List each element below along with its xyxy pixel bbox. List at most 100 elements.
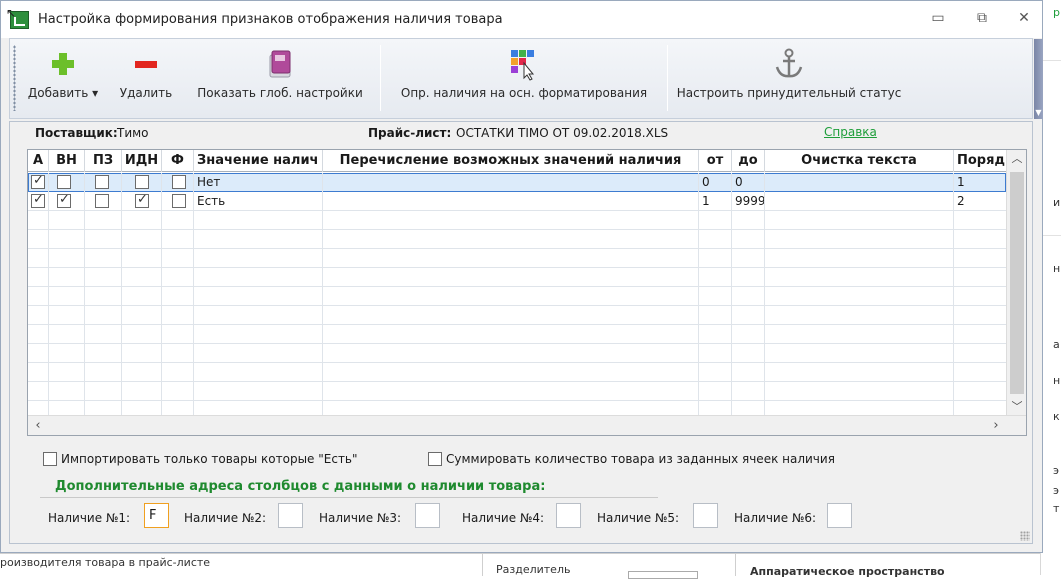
column-header-enumeration[interactable]: Перечисление возможных значений наличия (323, 150, 699, 172)
availability-6-input[interactable] (827, 503, 852, 528)
column-header-to[interactable]: до (732, 150, 765, 172)
cell-a[interactable]: ✓ (28, 192, 49, 211)
checkbox-a[interactable]: ✓ (31, 173, 45, 189)
cell-value[interactable]: Нет (194, 173, 323, 192)
grid-line (84, 287, 85, 306)
cell-pz[interactable] (85, 173, 122, 192)
cell-order[interactable]: 1 (954, 173, 1006, 192)
cell-idn[interactable] (122, 173, 162, 192)
cell-f[interactable] (162, 192, 194, 211)
empty-row[interactable] (28, 344, 1006, 363)
title-bar[interactable]: ↖ Настройка формирования признаков отобр… (1, 1, 1042, 38)
empty-row[interactable] (28, 363, 1006, 382)
info-bar: Поставщик: Тимо Прайс-лист: ОСТАТКИ TIMO… (10, 122, 1032, 146)
maximize-button[interactable]: ⧉ (969, 7, 995, 29)
scroll-right-icon[interactable]: › (986, 416, 1006, 435)
checkbox-pz[interactable] (95, 194, 109, 208)
cell-to[interactable]: 0 (732, 173, 765, 192)
resize-grip[interactable] (1020, 531, 1030, 541)
scroll-left-icon[interactable]: ‹ (28, 416, 48, 435)
import-only-available-checkbox[interactable] (43, 451, 57, 466)
scroll-up-icon[interactable]: ︿ (1007, 150, 1026, 168)
force-status-button[interactable]: Настроить принудительный статус (672, 39, 906, 118)
column-header-clean-text[interactable]: Очистка текста (765, 150, 954, 172)
minimize-button[interactable]: ▭ (925, 7, 951, 29)
scroll-thumb[interactable] (1010, 172, 1024, 394)
checkbox-idn[interactable]: ✓ (135, 192, 149, 208)
grid-line (698, 249, 699, 268)
delete-button[interactable]: Удалить (110, 39, 182, 118)
sum-quantity-option[interactable]: Суммировать количество товара из заданны… (428, 451, 835, 467)
cell-idn[interactable]: ✓ (122, 192, 162, 211)
cell-a[interactable]: ✓ (28, 173, 49, 192)
cell-from[interactable]: 0 (699, 173, 732, 192)
grid-line (731, 344, 732, 363)
sum-quantity-checkbox[interactable] (428, 451, 442, 466)
grid-line (322, 268, 323, 287)
column-header-from[interactable]: от (699, 150, 732, 172)
availability-5-label: Наличие №5: (597, 511, 680, 525)
checkbox-a[interactable]: ✓ (31, 192, 45, 208)
empty-row[interactable] (28, 306, 1006, 325)
cell-clean-text[interactable] (765, 173, 954, 192)
empty-row[interactable] (28, 382, 1006, 401)
empty-row[interactable] (28, 268, 1006, 287)
global-settings-button[interactable]: Показать глоб. настройки (186, 39, 374, 118)
grid-line (84, 230, 85, 249)
checkbox-f[interactable] (172, 194, 186, 208)
checkbox-pz[interactable] (95, 175, 109, 189)
availability-5-input[interactable] (693, 503, 718, 528)
detect-availability-button[interactable]: Опр. наличия на осн. форматирования (384, 39, 664, 118)
grid-vertical-scrollbar[interactable]: ︿ ﹀ (1006, 150, 1026, 416)
column-header-value[interactable]: Значение налич (194, 150, 323, 172)
checkbox-f[interactable] (172, 175, 186, 189)
cell-clean-text[interactable] (765, 192, 954, 211)
toolbar-grip[interactable] (13, 45, 16, 111)
column-header-pz[interactable]: ПЗ (85, 150, 122, 172)
toolbar-overflow-scroll[interactable]: ▼ (1034, 39, 1043, 119)
checkbox-vn[interactable]: ✓ (57, 192, 71, 208)
checkbox-idn[interactable] (135, 175, 149, 189)
cell-f[interactable] (162, 173, 194, 192)
import-only-available-option[interactable]: Импортировать только товары которые "Ест… (43, 451, 358, 467)
availability-3-input[interactable] (415, 503, 440, 528)
empty-row[interactable] (28, 249, 1006, 268)
column-header-order[interactable]: Поряд (954, 150, 1006, 172)
cell-order[interactable]: 2 (954, 192, 1006, 211)
availability-2-input[interactable] (278, 503, 303, 528)
table-row[interactable]: ✓ Нет 0 0 1 (28, 173, 1006, 192)
availability-4-input[interactable] (556, 503, 581, 528)
column-header-f[interactable]: Ф (162, 150, 194, 172)
availability-1-input[interactable]: F (144, 503, 169, 528)
help-link[interactable]: Справка (824, 125, 877, 139)
empty-row[interactable] (28, 325, 1006, 344)
column-header-vn[interactable]: ВН (49, 150, 85, 172)
empty-row[interactable] (28, 211, 1006, 230)
close-button[interactable]: ✕ (1011, 7, 1037, 29)
cell-enumeration[interactable] (323, 173, 699, 192)
app-icon: ↖ (6, 7, 29, 30)
grid-line (953, 230, 954, 249)
cell-pz[interactable] (85, 192, 122, 211)
table-row[interactable]: ✓ ✓ ✓ Есть 1 9999 2 (28, 192, 1006, 211)
empty-row[interactable] (28, 287, 1006, 306)
scroll-down-icon[interactable]: ﹀ (1007, 398, 1026, 416)
column-header-idn[interactable]: ИДН (122, 150, 162, 172)
plus-icon (52, 53, 74, 75)
grid-horizontal-scrollbar[interactable]: ‹ › (28, 415, 1026, 435)
cell-to[interactable]: 9999 (732, 192, 765, 211)
column-header-a[interactable]: А (28, 150, 49, 172)
cell-from[interactable]: 1 (699, 192, 732, 211)
checkbox-vn[interactable] (57, 175, 71, 189)
add-button[interactable]: Добавить ▾ (20, 39, 106, 118)
grid-line (84, 306, 85, 325)
cell-value[interactable]: Есть (194, 192, 323, 211)
empty-row[interactable] (28, 230, 1006, 249)
grid-line (731, 230, 732, 249)
cell-vn[interactable]: ✓ (49, 192, 85, 211)
grid-body: ✓ Нет 0 0 1 ✓ ✓ ✓ Есть 1 9999 2 (28, 173, 1006, 420)
extra-addresses-title: Дополнительные адреса столбцов с данными… (55, 479, 546, 494)
cell-vn[interactable] (49, 173, 85, 192)
grid-line (322, 306, 323, 325)
cell-enumeration[interactable] (323, 192, 699, 211)
